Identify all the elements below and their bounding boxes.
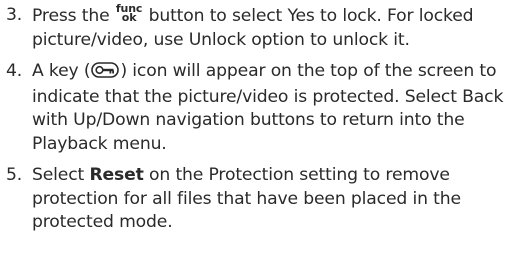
step-text-start: A key (	[32, 61, 91, 81]
step-5: 5. Select Reset on the Protection settin…	[0, 164, 516, 235]
step-number: 4.	[6, 61, 23, 81]
func-ok-button-icon: func ok	[116, 3, 143, 23]
step-number: 5.	[6, 165, 23, 185]
step-text-start: Select	[32, 165, 85, 185]
step-4: 4. A key () icon will appear on the top …	[0, 60, 516, 156]
step-text-start: Press the	[32, 6, 110, 26]
step-3: 3. Press the func ok button to select Ye…	[0, 3, 516, 52]
reset-term: Reset	[89, 165, 144, 185]
key-icon-graphic	[91, 62, 120, 78]
step-number: 3.	[6, 5, 23, 25]
instruction-steps: 3. Press the func ok button to select Ye…	[0, 0, 516, 235]
key-icon	[91, 62, 120, 86]
